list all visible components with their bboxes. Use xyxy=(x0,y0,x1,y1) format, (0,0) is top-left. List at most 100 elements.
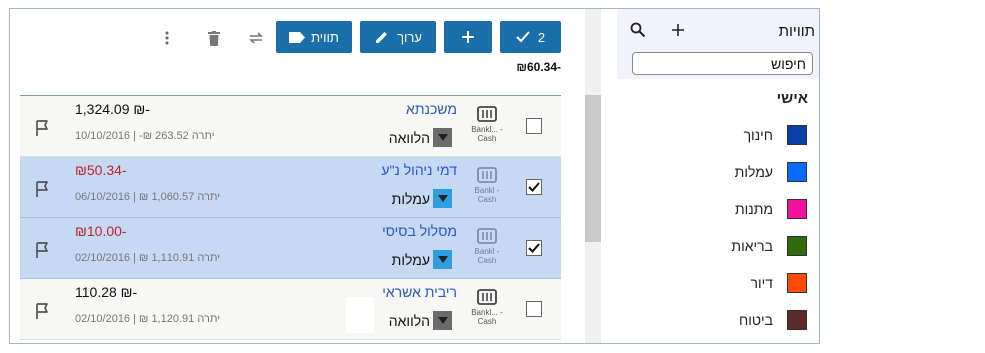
account-name: Bankl... - Cash xyxy=(471,125,503,143)
tags-sidebar: תוויות אישי חינוך עמלות מתנות בריאות דיו… xyxy=(617,9,819,343)
category-select[interactable]: עמלות xyxy=(392,250,452,269)
chevron-down-icon xyxy=(437,256,448,263)
account-info: Bankl... - Cash xyxy=(467,289,507,326)
tag-label: תווית xyxy=(311,29,339,45)
balance-date: יתרה 1,060.57 ₪ | 06/10/2016 xyxy=(75,191,221,203)
tag-color-swatch xyxy=(787,236,807,256)
account-info: Bankl... - Cash xyxy=(467,106,507,143)
tag-label: חינוך xyxy=(743,127,773,143)
payee-link[interactable]: דמי ניהול נ"ע xyxy=(381,162,457,178)
row-checkbox[interactable] xyxy=(526,179,542,195)
tag-color-swatch xyxy=(787,199,807,219)
category-label: הלוואה xyxy=(388,129,430,146)
tag-item[interactable]: דיור xyxy=(750,272,807,294)
tag-color-swatch xyxy=(787,310,807,330)
tag-label: ביטוח xyxy=(738,312,773,328)
amount: -₪10.00 xyxy=(75,223,127,239)
plus-icon xyxy=(462,31,474,43)
bank-card-icon xyxy=(477,289,497,305)
add-tag-icon[interactable] xyxy=(670,21,686,39)
blank-area xyxy=(346,297,374,333)
tag-item[interactable]: עמלות xyxy=(735,161,807,183)
row-checkbox[interactable] xyxy=(526,240,542,256)
check-icon xyxy=(528,243,540,253)
transaction-row[interactable]: Bankl - Cash מסלול בסיסי עמלות -₪10.00 י… xyxy=(20,218,561,279)
category-color xyxy=(433,128,452,147)
account-info: Bankl - Cash xyxy=(467,228,507,265)
confirm-selected-button[interactable]: 2 xyxy=(500,21,561,53)
search-icon[interactable] xyxy=(630,22,646,38)
more-options-icon[interactable] xyxy=(158,29,176,47)
payee-link[interactable]: משכנתא xyxy=(406,101,457,117)
scrollbar-thumb[interactable] xyxy=(585,95,601,242)
category-label: עמלות xyxy=(391,190,430,207)
tag-label: דיור xyxy=(750,275,773,291)
selected-count: 2 xyxy=(537,29,546,45)
category-color xyxy=(433,311,452,330)
selected-total: -₪60.34 xyxy=(516,60,561,74)
balance-date: יתרה 263.52 ₪- | 10/10/2016 xyxy=(75,130,215,142)
chevron-down-icon xyxy=(437,134,448,141)
tag-label: עמלות xyxy=(734,164,773,180)
category-select[interactable]: הלוואה xyxy=(389,128,452,147)
toolbar: 2 ערוך תווית xyxy=(10,21,561,53)
category-label: הלוואה xyxy=(388,312,430,329)
transactions-list: Bankl... - Cash משכנתא הלוואה -₪ 1,324.0… xyxy=(20,95,561,343)
check-icon xyxy=(528,182,540,192)
tag-item[interactable]: חינוך xyxy=(744,124,807,146)
category-select[interactable]: עמלות xyxy=(392,189,452,208)
payee-link[interactable]: מסלול בסיסי xyxy=(382,223,457,239)
tag-button[interactable]: תווית xyxy=(276,21,352,53)
account-info: Bankl - Cash xyxy=(467,167,507,204)
row-checkbox[interactable] xyxy=(526,118,542,134)
tag-item[interactable]: בריאות xyxy=(731,235,807,257)
pencil-icon xyxy=(376,31,388,43)
account-name: Bankl - Cash xyxy=(474,247,500,265)
tag-item[interactable]: מתנות xyxy=(735,198,807,220)
bank-card-icon xyxy=(477,228,497,244)
app-frame: 2 ערוך תווית -₪60.34 Bankl... - Cash משכ… xyxy=(9,8,820,344)
check-icon xyxy=(516,31,530,43)
tags-header: תוויות xyxy=(617,9,819,79)
flag-icon[interactable] xyxy=(34,180,52,198)
transaction-row[interactable]: Bankl - Cash דמי ניהול נ"ע עמלות -₪50.34… xyxy=(20,157,561,218)
tags-title: תוויות xyxy=(778,23,815,40)
balance-date: יתרה 1,110.91 ₪ | 02/10/2016 xyxy=(75,252,221,264)
account-name: Bankl - Cash xyxy=(474,186,500,204)
bank-card-icon xyxy=(477,167,497,183)
transaction-row[interactable]: Bankl... - Cash משכנתא הלוואה -₪ 1,324.0… xyxy=(20,96,561,157)
balance-date: יתרה 1,120.91 ₪ | 02/10/2016 xyxy=(75,313,221,325)
chevron-down-icon xyxy=(437,195,448,202)
tag-label: בריאות xyxy=(731,238,773,254)
bank-card-icon xyxy=(477,106,497,122)
row-checkbox[interactable] xyxy=(526,301,542,317)
tag-color-swatch xyxy=(787,273,807,293)
swap-icon[interactable] xyxy=(247,29,265,47)
amount: -₪ 110.28 xyxy=(75,284,138,300)
tag-label: מתנות xyxy=(734,201,773,217)
category-color xyxy=(433,189,452,208)
chevron-down-icon xyxy=(437,317,448,324)
category-select[interactable]: הלוואה xyxy=(389,311,452,330)
transactions-panel: 2 ערוך תווית -₪60.34 Bankl... - Cash משכ… xyxy=(10,9,561,343)
flag-icon[interactable] xyxy=(34,302,52,320)
flag-icon[interactable] xyxy=(34,119,52,137)
trash-icon[interactable] xyxy=(205,29,223,47)
edit-button[interactable]: ערוך xyxy=(360,21,436,53)
tag-item[interactable]: ביטוח xyxy=(739,309,807,331)
amount: -₪50.34 xyxy=(75,162,127,178)
add-transaction-button[interactable] xyxy=(444,21,492,53)
category-color xyxy=(433,250,452,269)
tag-group-title: אישי xyxy=(776,90,808,107)
tag-search-input[interactable] xyxy=(632,52,813,75)
tag-color-swatch xyxy=(787,125,807,145)
flag-icon[interactable] xyxy=(34,241,52,259)
category-label: עמלות xyxy=(391,251,430,268)
transaction-row[interactable]: Bankl... - Cash ריבית אשראי הלוואה -₪ 11… xyxy=(20,279,561,340)
account-name: Bankl... - Cash xyxy=(471,308,503,326)
label-tag-icon xyxy=(289,31,306,43)
tag-color-swatch xyxy=(787,162,807,182)
payee-link[interactable]: ריבית אשראי xyxy=(382,284,457,300)
amount: -₪ 1,324.09 xyxy=(75,101,150,117)
edit-label: ערוך xyxy=(397,29,422,45)
